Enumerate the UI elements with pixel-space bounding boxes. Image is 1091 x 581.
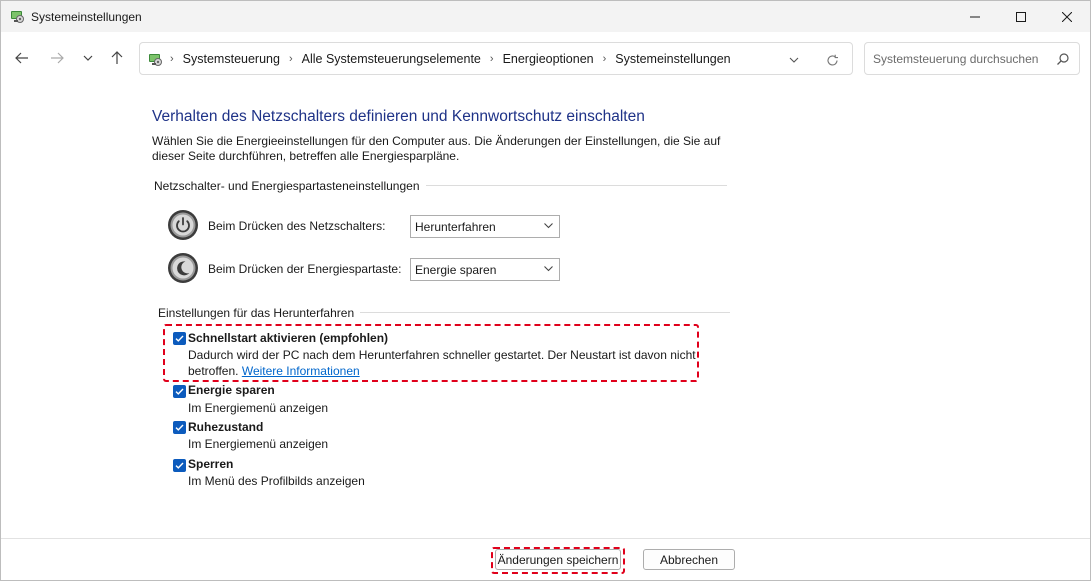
window: Systemeinstellungen › Systemsteuerung › … bbox=[0, 0, 1091, 581]
lock-option-title: Sperren bbox=[188, 457, 234, 471]
save-changes-button[interactable]: Änderungen speichern bbox=[495, 549, 621, 570]
sleep-button-label: Beim Drücken der Energiespartaste: bbox=[208, 262, 402, 276]
cancel-button[interactable]: Abbrechen bbox=[643, 549, 735, 570]
checkmark-icon bbox=[175, 424, 184, 431]
chevron-down-icon bbox=[544, 223, 553, 229]
hibernate-option-title: Ruhezustand bbox=[188, 420, 264, 434]
group-header-shutdown: Einstellungen für das Herunterfahren bbox=[158, 306, 361, 320]
recent-locations-button[interactable] bbox=[78, 48, 98, 68]
arrow-left-icon bbox=[15, 52, 28, 64]
power-button-icon bbox=[168, 210, 198, 240]
breadcrumb-item-energieoptionen[interactable]: Energieoptionen bbox=[503, 52, 594, 66]
chevron-down-icon bbox=[789, 57, 799, 63]
power-button-action-select[interactable]: Herunterfahren bbox=[410, 215, 560, 238]
control-panel-app-icon bbox=[9, 8, 25, 24]
breadcrumb-item-systemeinstellungen[interactable]: Systemeinstellungen bbox=[615, 52, 730, 66]
maximize-button[interactable] bbox=[998, 1, 1044, 32]
minimize-button[interactable] bbox=[952, 1, 998, 32]
breadcrumb-item-alle-elemente[interactable]: Alle Systemsteuerungselemente bbox=[302, 52, 481, 66]
search-icon bbox=[1057, 53, 1069, 65]
group-header-power-buttons: Netzschalter- und Energiespartasteneinst… bbox=[154, 179, 426, 193]
hibernate-option-description: Im Energiemenü anzeigen bbox=[188, 437, 329, 451]
breadcrumb-separator-icon: › bbox=[170, 53, 174, 65]
power-button-action-value: Herunterfahren bbox=[415, 219, 496, 234]
chevron-down-icon bbox=[544, 266, 553, 272]
forward-button[interactable] bbox=[47, 48, 67, 68]
breadcrumb-separator-icon: › bbox=[602, 53, 607, 65]
sleep-option-title: Energie sparen bbox=[188, 383, 275, 397]
lock-option-description: Im Menü des Profilbilds anzeigen bbox=[188, 474, 365, 488]
maximize-icon bbox=[1016, 11, 1026, 22]
breadcrumb-item-systemsteuerung[interactable]: Systemsteuerung bbox=[183, 52, 280, 66]
navigation-bar: › Systemsteuerung › Alle Systemsteuerung… bbox=[1, 32, 1090, 86]
hibernate-checkbox[interactable] bbox=[173, 421, 186, 434]
search-input[interactable] bbox=[873, 50, 1053, 68]
power-button-label: Beim Drücken des Netzschalters: bbox=[208, 219, 386, 233]
arrow-right-icon bbox=[51, 52, 64, 64]
fast-startup-checkbox[interactable] bbox=[173, 332, 186, 345]
sleep-button-action-value: Energie sparen bbox=[415, 262, 497, 277]
window-title: Systemeinstellungen bbox=[31, 10, 142, 24]
checkmark-icon bbox=[175, 462, 184, 469]
breadcrumb-separator-icon: › bbox=[489, 53, 494, 65]
breadcrumb: › Systemsteuerung › Alle Systemsteuerung… bbox=[170, 52, 731, 66]
address-dropdown-button[interactable] bbox=[786, 52, 802, 68]
search-box[interactable] bbox=[864, 42, 1080, 75]
up-button[interactable] bbox=[107, 48, 127, 68]
sleep-checkbox[interactable] bbox=[173, 385, 186, 398]
back-button[interactable] bbox=[12, 48, 32, 68]
lock-checkbox[interactable] bbox=[173, 459, 186, 472]
minimize-icon bbox=[970, 16, 980, 17]
refresh-button[interactable] bbox=[824, 52, 840, 68]
close-button[interactable] bbox=[1044, 1, 1090, 32]
title-bar: Systemeinstellungen bbox=[1, 1, 1090, 32]
checkmark-icon bbox=[175, 335, 184, 342]
address-bar[interactable]: › Systemsteuerung › Alle Systemsteuerung… bbox=[139, 42, 853, 75]
intro-text: Wählen Sie die Energieeinstellungen für … bbox=[152, 134, 721, 163]
checkmark-icon bbox=[175, 388, 184, 395]
refresh-icon bbox=[826, 54, 838, 65]
arrow-up-icon bbox=[111, 51, 123, 64]
close-icon bbox=[1062, 11, 1072, 22]
fast-startup-description: Dadurch wird der PC nach dem Herunterfah… bbox=[188, 347, 698, 379]
page-title: Verhalten des Netzschalters definieren u… bbox=[152, 108, 645, 125]
sleep-button-icon bbox=[168, 253, 198, 283]
control-panel-icon bbox=[147, 51, 163, 67]
more-info-link[interactable]: Weitere Informationen bbox=[242, 364, 360, 378]
fast-startup-title: Schnellstart aktivieren (empfohlen) bbox=[188, 331, 389, 345]
footer-divider bbox=[1, 538, 1090, 539]
sleep-button-action-select[interactable]: Energie sparen bbox=[410, 258, 560, 281]
sleep-option-description: Im Energiemenü anzeigen bbox=[188, 401, 329, 415]
chevron-down-icon bbox=[83, 55, 93, 61]
breadcrumb-separator-icon: › bbox=[288, 53, 293, 65]
